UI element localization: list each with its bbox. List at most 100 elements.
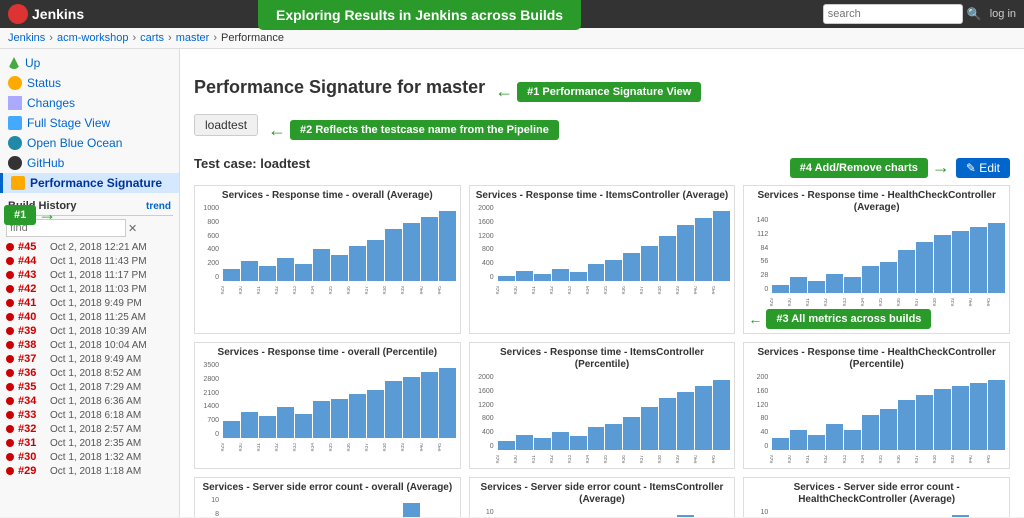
y-tick: 1600 xyxy=(474,388,494,395)
breadcrumb-jenkins[interactable]: Jenkins xyxy=(8,32,45,44)
build-row[interactable]: #35 Oct 1, 2018 7:29 AM xyxy=(6,380,173,394)
login-link[interactable]: log in xyxy=(990,8,1016,20)
build-row[interactable]: #32 Oct 1, 2018 2:57 AM xyxy=(6,422,173,436)
y-tick: 28 xyxy=(748,272,768,279)
y-tick: 1200 xyxy=(474,233,494,240)
x-tick: #39 xyxy=(401,286,419,294)
build-status-dot xyxy=(6,383,14,391)
sidebar-item-status[interactable]: Status xyxy=(0,73,179,93)
edit-button[interactable]: ✎ Edit xyxy=(956,158,1010,178)
build-number: #43 xyxy=(18,269,46,281)
sidebar-item-changes[interactable]: Changes xyxy=(0,93,179,113)
chart-area: 2000160012008004000#29#30#31#32#33#34#35… xyxy=(474,374,731,464)
y-tick: 0 xyxy=(199,431,219,438)
chart-bar xyxy=(988,223,1005,293)
x-tick: #40 xyxy=(694,455,712,463)
build-row[interactable]: #43 Oct 1, 2018 11:17 PM xyxy=(6,268,173,282)
build-number: #38 xyxy=(18,339,46,351)
sidebar-item-github[interactable]: GitHub xyxy=(0,153,179,173)
x-tick: #32 xyxy=(275,443,293,451)
build-row[interactable]: #31 Oct 1, 2018 2:35 AM xyxy=(6,436,173,450)
sidebar-item-fullstage[interactable]: Full Stage View xyxy=(0,113,179,133)
x-tick: #34 xyxy=(586,286,604,294)
sidebar-item-up[interactable]: Up xyxy=(0,53,179,73)
build-row[interactable]: #36 Oct 1, 2018 8:52 AM xyxy=(6,366,173,380)
breadcrumb-master[interactable]: master xyxy=(176,32,210,44)
build-row[interactable]: #37 Oct 1, 2018 9:49 AM xyxy=(6,352,173,366)
build-row[interactable]: #42 Oct 1, 2018 11:03 PM xyxy=(6,282,173,296)
build-row[interactable]: #44 Oct 1, 2018 11:43 PM xyxy=(6,254,173,268)
build-status-dot xyxy=(6,439,14,447)
build-row[interactable]: #30 Oct 1, 2018 1:32 AM xyxy=(6,450,173,464)
x-tick: #29 xyxy=(221,443,239,451)
annotation-4: #4 Add/Remove charts xyxy=(790,158,928,178)
y-tick: 600 xyxy=(199,233,219,240)
build-status-dot xyxy=(6,425,14,433)
x-tick: #32 xyxy=(275,286,293,294)
chart-title: Services - Response time - overall (Aver… xyxy=(199,190,456,202)
search-input[interactable] xyxy=(823,4,963,24)
chart-x-labels-row: #29#30#31#32#33#34#35#36#37#38#39#40#45 xyxy=(770,298,1005,306)
build-row[interactable]: #41 Oct 1, 2018 9:49 PM xyxy=(6,296,173,310)
x-tick: #36 xyxy=(347,443,365,451)
content-area: Performance Signature for master ← #1 Pe… xyxy=(180,49,1024,517)
x-tick: #31 xyxy=(806,298,824,306)
breadcrumb-carts[interactable]: carts xyxy=(140,32,164,44)
chart-bar xyxy=(623,253,640,281)
chart-area: 1401128456280#29#30#31#32#33#34#35#36#37… xyxy=(748,217,1005,307)
sidebar-label-perf: Performance Signature xyxy=(30,176,162,190)
build-row[interactable]: #33 Oct 1, 2018 6:18 AM xyxy=(6,408,173,422)
build-date: Oct 1, 2018 11:03 PM xyxy=(50,284,147,295)
chart-bars-container xyxy=(223,211,456,281)
y-tick: 1600 xyxy=(474,219,494,226)
chart-bars-container xyxy=(772,223,1005,293)
sidebar-item-performance-signature[interactable]: Performance Signature xyxy=(0,173,179,193)
y-tick: 8 xyxy=(199,511,219,517)
chart-bar xyxy=(713,211,730,281)
chart-y-label: 35002800210014007000 xyxy=(199,362,219,438)
chart-bar xyxy=(623,417,640,450)
y-tick: 400 xyxy=(474,260,494,267)
x-tick: #38 xyxy=(383,443,401,451)
chart-bars-container xyxy=(223,368,456,438)
build-date: Oct 1, 2018 11:25 AM xyxy=(50,312,146,323)
sidebar-arrow-right: → xyxy=(38,204,56,225)
build-status-dot xyxy=(6,453,14,461)
build-date: Oct 1, 2018 6:36 AM xyxy=(50,396,141,407)
build-row[interactable]: #39 Oct 1, 2018 10:39 AM xyxy=(6,324,173,338)
x-tick: #33 xyxy=(843,298,861,306)
x-tick: #33 xyxy=(293,286,311,294)
chart-card: Services - Response time - ItemsControll… xyxy=(469,185,736,334)
breadcrumb-acm[interactable]: acm-workshop xyxy=(57,32,129,44)
y-tick: 1400 xyxy=(199,403,219,410)
build-row[interactable]: #34 Oct 1, 2018 6:36 AM xyxy=(6,394,173,408)
build-number: #35 xyxy=(18,381,46,393)
x-tick: #36 xyxy=(897,455,915,463)
sidebar-item-openblue[interactable]: Open Blue Ocean xyxy=(0,133,179,153)
build-row[interactable]: #38 Oct 1, 2018 10:04 AM xyxy=(6,338,173,352)
chart-bar xyxy=(808,281,825,293)
x-tick: #40 xyxy=(969,298,987,306)
chart-bar xyxy=(772,438,789,450)
x-tick: #36 xyxy=(622,286,640,294)
chart-bar xyxy=(534,438,551,450)
x-tick: #29 xyxy=(770,298,788,306)
chart-area: 20016012080400#29#30#31#32#33#34#35#36#3… xyxy=(748,374,1005,464)
x-tick: #45 xyxy=(438,286,456,294)
y-tick: 80 xyxy=(748,415,768,422)
build-row[interactable]: #45 Oct 2, 2018 12:21 AM xyxy=(6,240,173,254)
search-clear-button[interactable]: ✕ xyxy=(128,222,137,235)
x-tick: #45 xyxy=(712,455,730,463)
build-row[interactable]: #40 Oct 1, 2018 11:25 AM xyxy=(6,310,173,324)
y-tick: 800 xyxy=(474,415,494,422)
trend-link[interactable]: trend xyxy=(146,201,171,212)
chart-bar xyxy=(659,398,676,450)
build-row[interactable]: #29 Oct 1, 2018 1:18 AM xyxy=(6,464,173,478)
build-number: #30 xyxy=(18,451,46,463)
y-tick: 120 xyxy=(748,402,768,409)
chart-bar xyxy=(772,285,789,293)
x-tick: #36 xyxy=(897,298,915,306)
x-tick: #39 xyxy=(951,298,969,306)
chart-bar xyxy=(313,401,330,438)
x-tick: #39 xyxy=(401,443,419,451)
